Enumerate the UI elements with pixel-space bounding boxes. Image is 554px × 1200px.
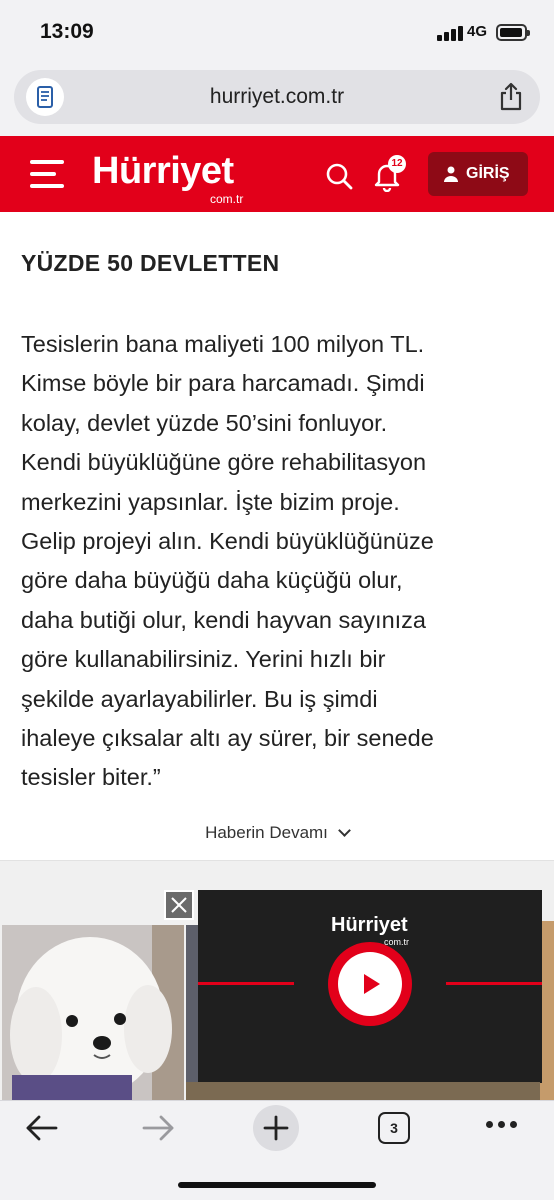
login-label: GİRİŞ (466, 165, 510, 182)
logo-text: Hürriyet (92, 150, 234, 192)
article-line: merkezini yapsınlar. İşte bizim proje. (21, 488, 400, 515)
article-line: göre daha büyüğü daha küçüğü olur, (21, 567, 403, 594)
url-text[interactable]: hurriyet.com.tr (14, 85, 540, 109)
article-line: Kendi büyüklüğüne göre rehabilitasyon (21, 449, 427, 476)
address-bar[interactable]: hurriyet.com.tr (14, 70, 540, 124)
user-icon (444, 166, 458, 182)
more-button[interactable] (484, 1121, 520, 1131)
back-button[interactable] (24, 1113, 60, 1143)
chevron-down-icon (338, 824, 351, 837)
forward-arrow-icon (142, 1115, 174, 1141)
status-bar: 13:09 4G (0, 0, 554, 66)
play-button[interactable] (328, 942, 412, 1026)
search-button[interactable] (325, 162, 353, 190)
read-more-label: Haberin Devamı (205, 823, 328, 842)
site-header: Hürriyet com.tr GİRİŞ (0, 136, 554, 212)
ad-area: Hürriyet com.tr (0, 860, 554, 1101)
login-button[interactable]: GİRİŞ (428, 152, 528, 196)
read-more-button[interactable]: Haberin Devamı (0, 823, 554, 843)
article-line: Kimse böyle bir para harcamadı. Şimdi (21, 370, 425, 397)
video-player[interactable]: Hürriyet com.tr (198, 890, 542, 1083)
notification-badge: 12 (388, 155, 406, 173)
play-icon (364, 974, 380, 994)
new-tab-button[interactable] (253, 1105, 299, 1151)
article-line: ihaleye çıksalar altı ay sürer, bir sene… (21, 725, 434, 752)
share-icon (500, 82, 522, 111)
article-subheading: YÜZDE 50 DEVLETTEN (21, 250, 280, 276)
dog-image (2, 925, 184, 1101)
article-line: kolay, devlet yüzde 50’sini fonluyor. (21, 409, 388, 436)
player-logo: Hürriyet (331, 914, 408, 936)
signal-icon (437, 25, 463, 41)
article-line: Gelip projeyi alın. Kendi büyüklüğünüze (21, 528, 434, 555)
forward-button[interactable] (140, 1113, 176, 1143)
article-line: Tesislerin bana maliyeti 100 milyon TL. (21, 331, 425, 357)
search-icon (326, 163, 353, 190)
ad-strip (186, 1082, 540, 1100)
ad-close-button[interactable] (164, 890, 194, 920)
plus-icon (263, 1115, 289, 1141)
reader-mode-button[interactable] (26, 78, 64, 116)
reader-icon (37, 86, 53, 108)
status-time: 13:09 (40, 20, 94, 43)
share-button[interactable] (498, 82, 524, 112)
article-line: şekilde ayarlayabilirler. Bu iş şimdi (21, 685, 378, 712)
browser-address-area: hurriyet.com.tr (0, 66, 554, 136)
player-divider (198, 982, 294, 985)
back-arrow-icon (26, 1115, 58, 1141)
article-line: tesisler biter.” (21, 764, 161, 791)
article-line: göre kullanabilirsiniz. Yerini hızlı bir (21, 646, 386, 673)
dog-thumbnail[interactable] (2, 925, 184, 1101)
ad-thumbnail[interactable] (540, 921, 554, 1101)
home-indicator (178, 1182, 376, 1188)
player-divider (446, 982, 542, 985)
logo-subtext: com.tr (210, 192, 244, 206)
close-icon (171, 897, 187, 913)
hamburger-menu-button[interactable] (30, 160, 64, 188)
battery-icon (496, 24, 530, 41)
site-logo[interactable]: Hürriyet com.tr (92, 150, 272, 208)
tabs-button[interactable]: 3 (378, 1112, 410, 1144)
more-icon (486, 1121, 493, 1128)
article-body: Tesislerin bana maliyeti 100 milyon TL. … (21, 325, 541, 798)
ad-thumbnail[interactable] (186, 925, 198, 1101)
network-type: 4G (467, 23, 488, 40)
article-line: daha butiği olur, kendi hayvan sayınıza (21, 606, 426, 633)
